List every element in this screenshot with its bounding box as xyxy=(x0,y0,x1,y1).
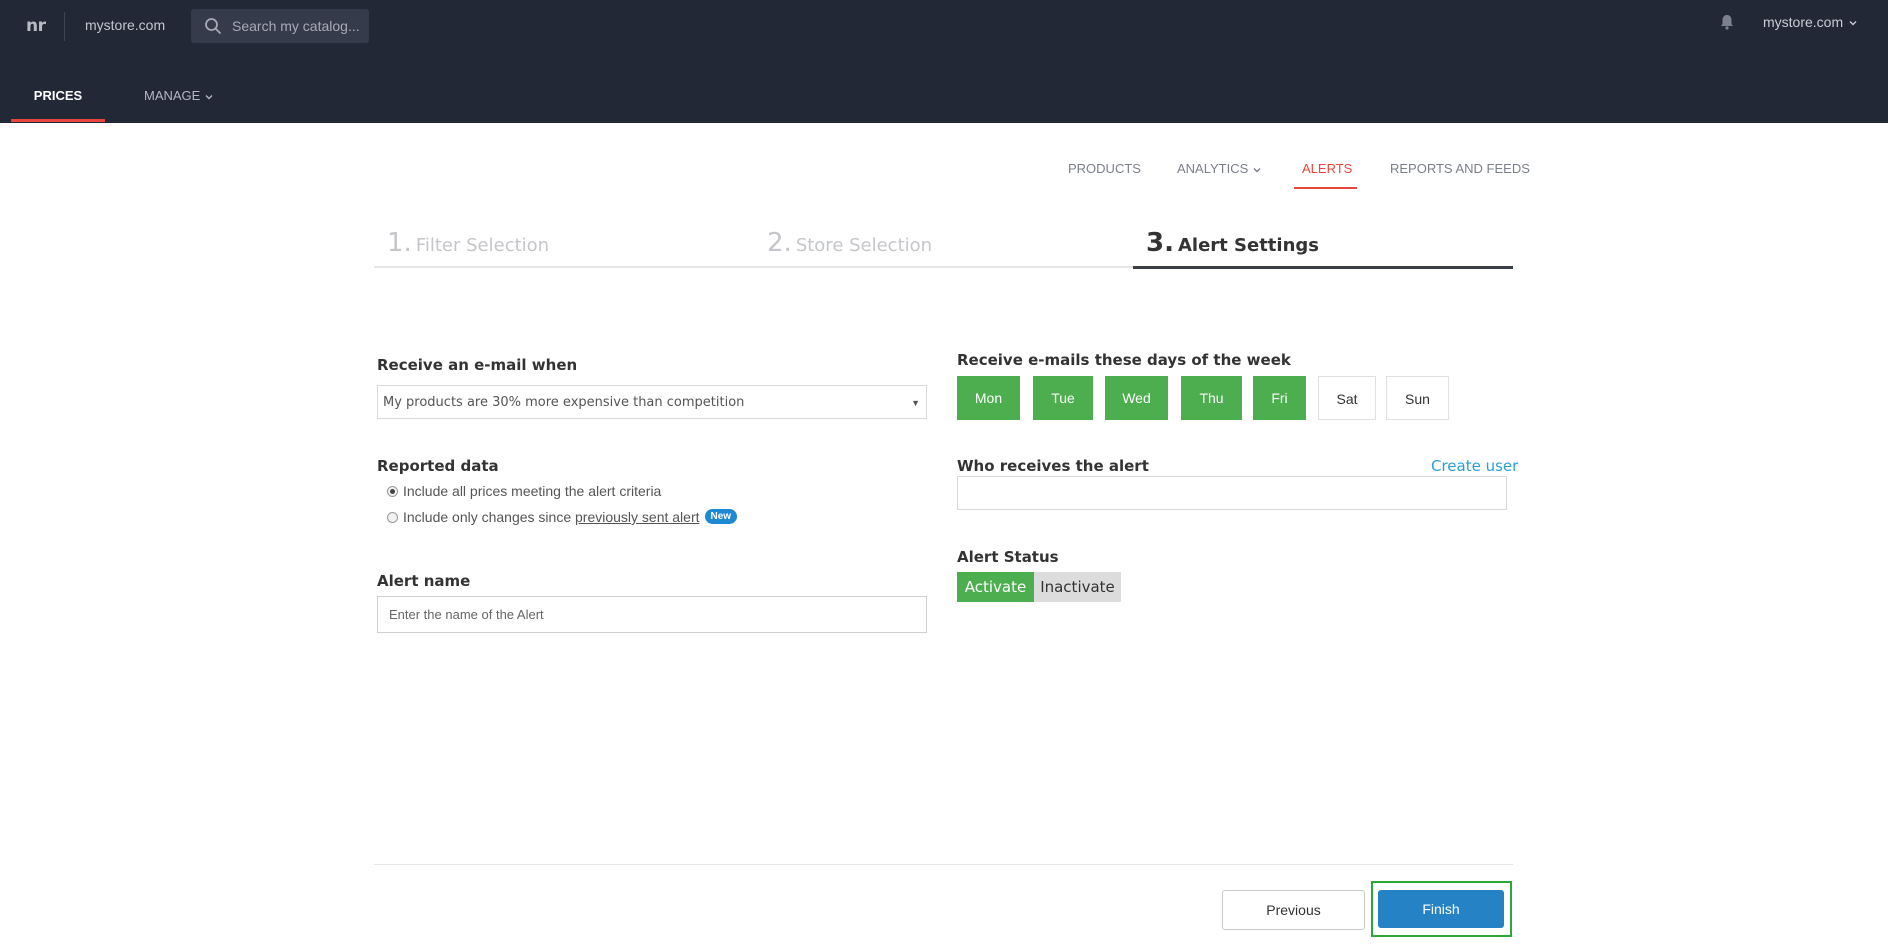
step-label: Filter Selection xyxy=(415,235,550,256)
chevron-down-icon xyxy=(1849,21,1857,26)
nav-tab-manage[interactable]: MANAGE xyxy=(144,88,214,103)
day-thu[interactable]: Thu xyxy=(1181,376,1242,420)
chevron-down-icon xyxy=(205,94,213,100)
activate-button[interactable]: Activate xyxy=(957,572,1034,602)
day-wed[interactable]: Wed xyxy=(1105,376,1168,420)
logo-divider xyxy=(64,12,65,41)
step-label: Store Selection xyxy=(795,235,933,256)
step-store-selection[interactable]: 2. Store Selection xyxy=(767,228,932,258)
top-bar: nr mystore.com mystore.com PRICES MANAGE xyxy=(0,0,1888,123)
chevron-down-icon xyxy=(1253,167,1261,173)
day-fri[interactable]: Fri xyxy=(1253,376,1306,420)
step-number: 3. xyxy=(1146,228,1174,258)
step-number: 2. xyxy=(767,228,792,258)
radio-include-changes-label: Include only changes since xyxy=(403,509,575,525)
email-when-label: Receive an e-mail when xyxy=(377,356,578,374)
subnav-reports[interactable]: REPORTS AND FEEDS xyxy=(1390,161,1530,176)
alert-name-input[interactable] xyxy=(377,596,927,633)
search-box[interactable] xyxy=(191,9,369,43)
subnav-analytics[interactable]: ANALYTICS xyxy=(1177,161,1262,176)
account-label: mystore.com xyxy=(1763,14,1844,30)
store-name-link[interactable]: mystore.com xyxy=(85,17,165,33)
email-when-value: My products are 30% more expensive than … xyxy=(383,395,745,410)
radio-button[interactable] xyxy=(387,511,398,523)
days-label: Receive e-mails these days of the week xyxy=(957,351,1291,369)
alert-status-label: Alert Status xyxy=(957,548,1059,566)
previously-sent-alert-link[interactable]: previously sent alert xyxy=(575,509,700,525)
email-when-select[interactable]: My products are 30% more expensive than … xyxy=(377,385,927,419)
reported-data-label: Reported data xyxy=(377,457,499,475)
radio-include-all-label: Include all prices meeting the alert cri… xyxy=(403,483,662,499)
day-sun[interactable]: Sun xyxy=(1386,376,1449,420)
previous-button[interactable]: Previous xyxy=(1222,890,1365,930)
nav-tab-prices-label: PRICES xyxy=(33,88,83,103)
subnav-products[interactable]: PRODUCTS xyxy=(1068,161,1141,176)
subnav-alerts[interactable]: ALERTS xyxy=(1302,161,1352,176)
subnav-analytics-label: ANALYTICS xyxy=(1177,161,1249,176)
who-receives-label: Who receives the alert xyxy=(957,457,1149,475)
footer-divider xyxy=(374,864,1513,865)
step-filter-selection[interactable]: 1. Filter Selection xyxy=(387,228,549,258)
inactivate-button[interactable]: Inactivate xyxy=(1034,572,1121,602)
day-sat[interactable]: Sat xyxy=(1318,376,1376,420)
radio-button-checked[interactable] xyxy=(387,485,398,497)
step-label: Alert Settings xyxy=(1177,235,1319,256)
subnav-active-indicator xyxy=(1294,187,1357,189)
step-number: 1. xyxy=(387,228,412,258)
steps-active-line xyxy=(1133,266,1513,269)
dropdown-arrow-icon: ▼ xyxy=(911,398,920,408)
radio-include-changes[interactable]: Include only changes since previously se… xyxy=(387,508,738,526)
search-input[interactable] xyxy=(232,9,362,43)
alert-name-label: Alert name xyxy=(377,572,471,590)
logo[interactable]: nr xyxy=(26,16,46,36)
day-tue[interactable]: Tue xyxy=(1033,376,1093,420)
radio-include-all[interactable]: Include all prices meeting the alert cri… xyxy=(387,483,661,499)
step-alert-settings: 3. Alert Settings xyxy=(1146,228,1319,258)
steps-progress-line xyxy=(374,266,1133,268)
finish-button[interactable]: Finish xyxy=(1378,890,1504,928)
day-mon[interactable]: Mon xyxy=(957,376,1020,420)
bell-icon[interactable] xyxy=(1718,13,1736,31)
create-user-link[interactable]: Create user xyxy=(1431,457,1518,475)
nav-tab-manage-label: MANAGE xyxy=(144,88,201,103)
new-badge: New xyxy=(704,508,738,524)
nav-tab-prices[interactable]: PRICES xyxy=(11,84,105,122)
active-tab-indicator xyxy=(11,119,105,122)
recipients-input[interactable] xyxy=(957,476,1507,510)
account-menu[interactable]: mystore.com xyxy=(1763,14,1858,30)
search-icon xyxy=(205,18,221,34)
